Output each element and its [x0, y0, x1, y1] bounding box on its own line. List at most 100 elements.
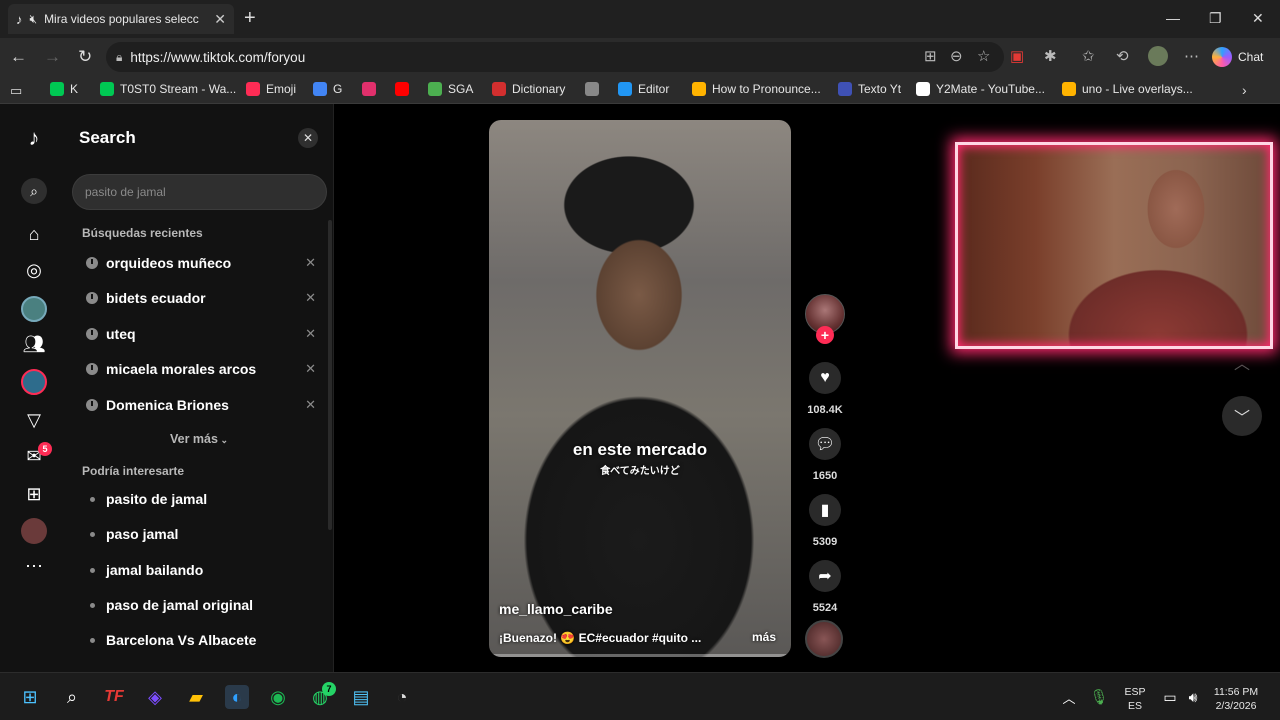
extensions-icon[interactable]: ✱	[1044, 47, 1057, 65]
suggestion-item[interactable]: jamal bailando	[90, 562, 310, 578]
following-avatar[interactable]	[21, 296, 47, 322]
sidebar-toggle-icon[interactable]: ▭	[10, 81, 22, 101]
copilot-chat-button[interactable]: Chat	[1212, 45, 1263, 69]
ver-mas-button[interactable]: Ver más ⌄	[170, 432, 228, 446]
profile-avatar[interactable]	[1148, 46, 1168, 66]
recent-search-item[interactable]: orquideos muñeco ✕	[86, 252, 316, 274]
browser-tab[interactable]: ♪ 🔇︎ Mira videos populares selecc ✕	[8, 4, 234, 34]
bookmark-item[interactable]: Texto Yt	[838, 82, 901, 96]
obs-icon[interactable]: ◔	[390, 685, 414, 709]
minimize-icon[interactable]: —	[1166, 10, 1180, 26]
windows-start-icon[interactable]: ⊞	[18, 685, 42, 709]
bookmark-item[interactable]: T0ST0 Stream - Wa...	[100, 82, 236, 96]
suggestion-item[interactable]: pasito de jamal	[90, 491, 310, 507]
more-icon[interactable]: ⋯	[22, 554, 46, 578]
language-indicator[interactable]: ESP ES	[1121, 685, 1149, 713]
more-link[interactable]: más	[752, 630, 776, 644]
dev-app-icon[interactable]: ◈	[143, 685, 167, 709]
recent-search-item[interactable]: micaela morales arcos ✕	[86, 358, 316, 380]
music-disc-avatar[interactable]	[805, 620, 843, 658]
close-tab-icon[interactable]: ✕	[214, 11, 226, 28]
suggestion-item[interactable]: paso de jamal original	[90, 597, 310, 613]
recent-search-label: micaela morales arcos	[106, 361, 257, 377]
file-explorer-icon[interactable]: ▰	[184, 685, 208, 709]
recent-search-item[interactable]: Domenica Briones ✕	[86, 394, 316, 416]
youtube-icon	[395, 82, 409, 96]
search-input[interactable]	[72, 174, 327, 210]
more-bookmarks-icon[interactable]: ›	[1242, 80, 1247, 100]
tf-app-icon[interactable]: TF	[102, 685, 126, 709]
bookmark-item[interactable]: SGA	[428, 82, 473, 96]
tiktok-logo-icon[interactable]: ♪	[22, 125, 46, 150]
suggestion-item[interactable]: Barcelona Vs Albacete	[90, 632, 310, 648]
follow-plus-icon[interactable]: +	[816, 326, 834, 344]
refresh-icon[interactable]: ↻	[78, 47, 92, 67]
bookmark-item[interactable]: G	[313, 82, 342, 96]
remove-recent-icon[interactable]: ✕	[305, 361, 316, 377]
bookmark-item[interactable]	[395, 82, 415, 96]
restore-icon[interactable]: ❐	[1209, 10, 1222, 27]
notepad-icon[interactable]: ▤	[349, 685, 373, 709]
bookmark-item[interactable]: K	[50, 82, 78, 96]
tray-chevron-up-icon[interactable]: ︿	[1057, 685, 1081, 709]
video-username[interactable]: me_llamo_caribe	[499, 601, 613, 617]
bookmark-item[interactable]: Y2Mate - YouTube...	[916, 82, 1045, 96]
close-search-icon[interactable]: ✕	[298, 128, 318, 148]
favorite-star-icon[interactable]: ☆	[977, 47, 990, 65]
recent-search-item[interactable]: bidets ecuador ✕	[86, 287, 316, 309]
explore-icon[interactable]: ◎	[22, 258, 46, 282]
microphone-icon[interactable]: 🎙︎	[1087, 685, 1111, 709]
app-available-icon[interactable]: ⊞	[924, 47, 937, 65]
upload-icon[interactable]: ⊞	[22, 482, 46, 506]
favorites-icon[interactable]: ✩	[1082, 47, 1095, 65]
bookmark-icon[interactable]: ▮	[809, 494, 841, 526]
bookmark-item[interactable]: Dictionary	[492, 82, 565, 96]
bookmark-item[interactable]: Editor	[618, 82, 669, 96]
mute-tab-icon[interactable]: 🔇︎	[30, 12, 38, 27]
back-icon[interactable]: ←	[10, 47, 27, 67]
bookmark-item[interactable]: How to Pronounce...	[692, 82, 821, 96]
remove-recent-icon[interactable]: ✕	[305, 326, 316, 342]
suggestion-item[interactable]: paso jamal	[90, 526, 310, 542]
new-tab-icon[interactable]: +	[244, 8, 256, 28]
remove-recent-icon[interactable]: ✕	[305, 255, 316, 271]
extension-m-icon[interactable]: ▣	[1010, 47, 1024, 65]
address-bar[interactable]: 🔒︎ https://www.tiktok.com/foryou	[106, 42, 1004, 72]
close-window-icon[interactable]: ✕	[1252, 10, 1264, 27]
search-icon[interactable]: ⌕	[21, 178, 47, 204]
next-video-chevron-down-icon[interactable]: ﹀	[1222, 396, 1262, 436]
edge-icon[interactable]: ◐	[225, 685, 249, 709]
bookmark-label: Y2Mate - YouTube...	[936, 82, 1045, 96]
k-icon	[50, 82, 64, 96]
friends-icon[interactable]: 👥︎	[22, 332, 46, 356]
clock[interactable]: 11:56 PM 2/3/2026	[1206, 685, 1266, 713]
comment-icon[interactable]: 💬︎	[809, 428, 841, 460]
video-progress-bar[interactable]	[489, 654, 791, 657]
like-heart-icon[interactable]: ♥	[809, 362, 841, 394]
activity-icon[interactable]: ▽	[22, 408, 46, 432]
bookmark-item[interactable]: Emoji	[246, 82, 296, 96]
live-avatar[interactable]	[21, 369, 47, 395]
site-info-icon[interactable]: 🔒︎	[116, 50, 122, 65]
recent-search-item[interactable]: uteq ✕	[86, 323, 316, 345]
forward-icon[interactable]: →	[44, 47, 61, 67]
home-icon[interactable]: ⌂	[22, 222, 46, 246]
video-player[interactable]: en este mercado 食べてみたいけど me_llamo_caribe…	[489, 120, 791, 657]
spotify-icon[interactable]: ◉	[266, 685, 290, 709]
search-scrollbar[interactable]	[328, 220, 332, 530]
volume-icon[interactable]: 🔊︎	[1181, 685, 1205, 709]
network-icon[interactable]: ▭	[1158, 685, 1182, 709]
zoom-icon[interactable]: ⊖	[950, 47, 963, 65]
profile-avatar-rail[interactable]	[21, 518, 47, 544]
remove-recent-icon[interactable]: ✕	[305, 290, 316, 306]
taskbar-search-icon[interactable]: ⌕	[60, 685, 84, 709]
bookmark-item[interactable]	[362, 82, 382, 96]
bookmark-item[interactable]: uno - Live overlays...	[1062, 82, 1193, 96]
k-icon	[100, 82, 114, 96]
share-arrow-icon[interactable]: ➦	[809, 560, 841, 592]
clock-icon	[86, 328, 98, 340]
more-menu-icon[interactable]: ⋯	[1184, 47, 1199, 65]
bookmark-item[interactable]	[585, 82, 605, 96]
remove-recent-icon[interactable]: ✕	[305, 397, 316, 413]
history-icon[interactable]: ⟲	[1116, 47, 1129, 65]
